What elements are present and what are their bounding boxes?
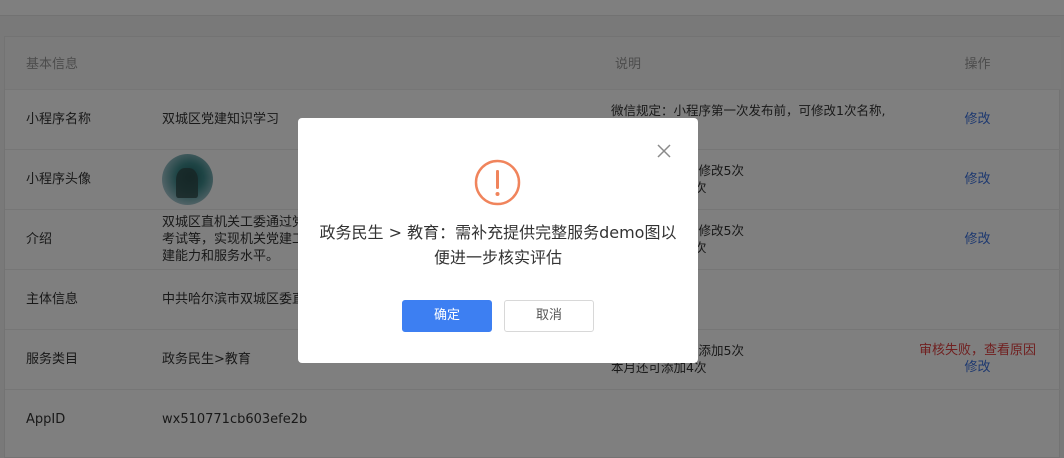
confirm-button[interactable]: 确定	[402, 300, 492, 332]
warning-icon	[474, 159, 521, 206]
dialog-message: 政务民生 > 教育：需补充提供完整服务demo图以便进一步核实评估	[319, 223, 677, 267]
close-icon[interactable]	[655, 142, 673, 160]
review-reason-dialog: 政务民生 > 教育：需补充提供完整服务demo图以便进一步核实评估 确定 取消	[298, 118, 698, 363]
cancel-button[interactable]: 取消	[504, 300, 594, 332]
